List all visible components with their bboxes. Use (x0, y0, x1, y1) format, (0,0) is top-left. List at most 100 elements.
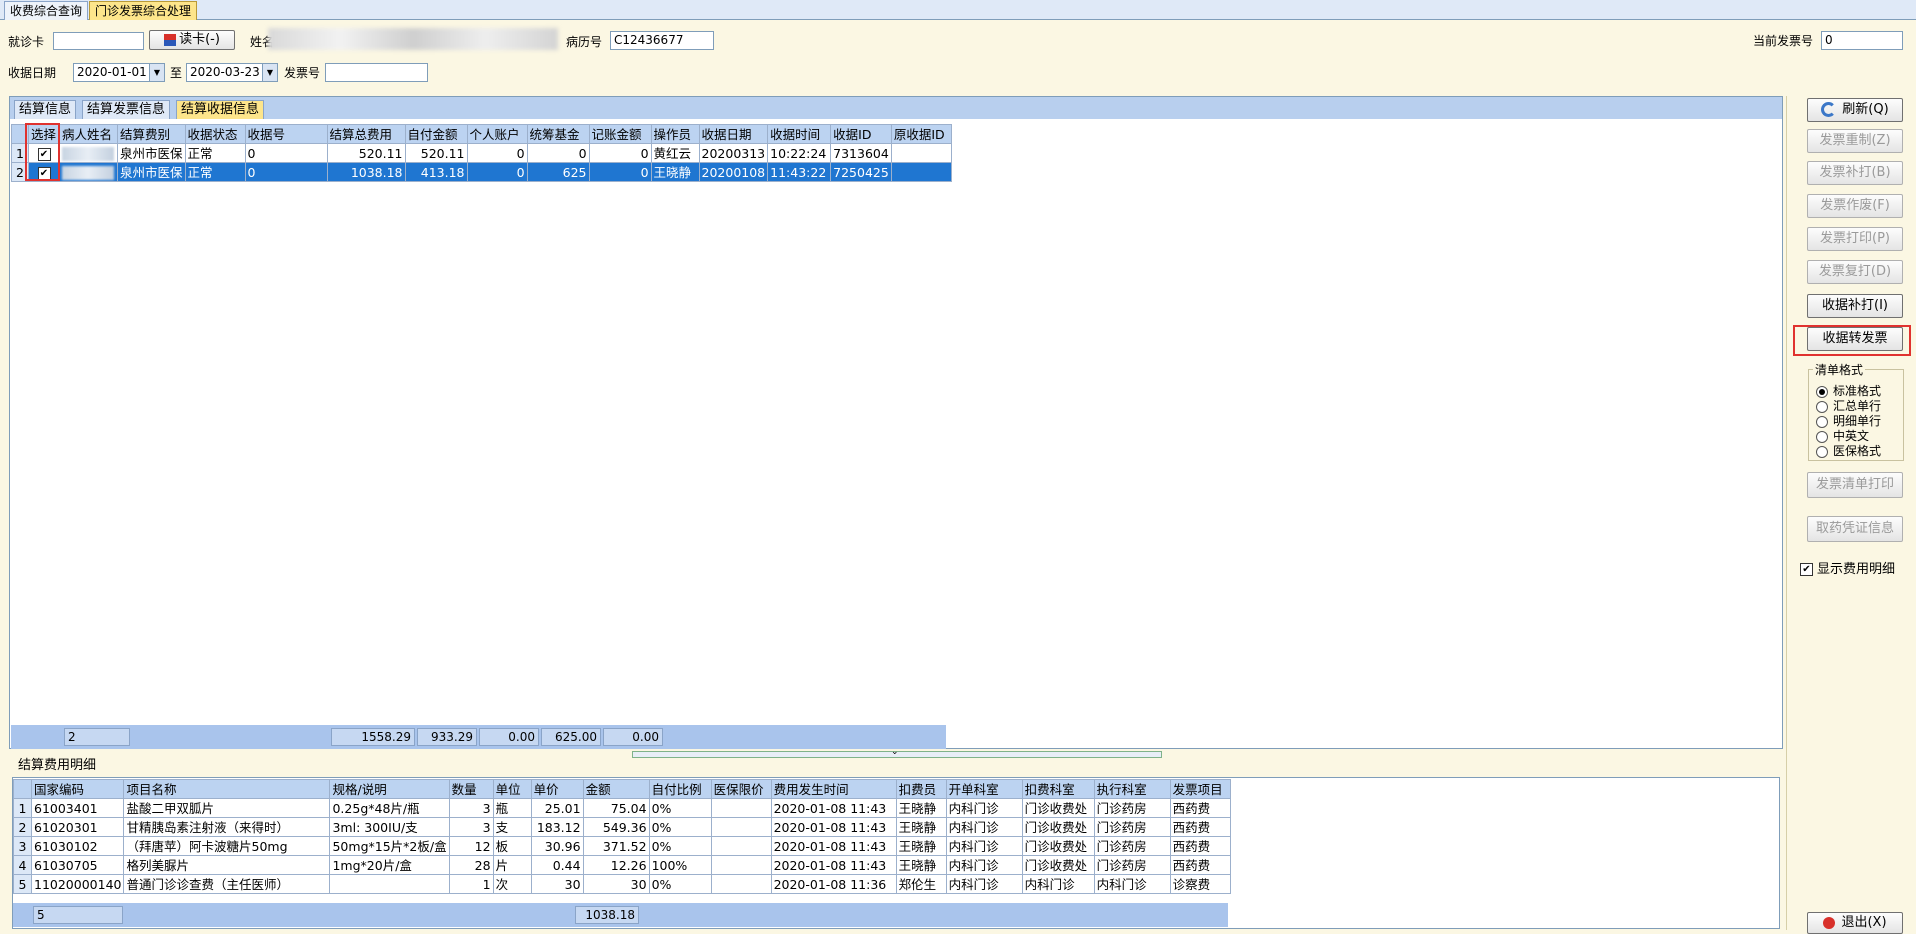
invoice-no-input[interactable] (325, 63, 428, 82)
cell: 10:22:24 (767, 143, 832, 163)
cell: 门诊药房 (1093, 798, 1171, 818)
detail-title: 结算费用明细 (18, 758, 97, 773)
col-header[interactable]: 单位 (492, 779, 532, 799)
col-header[interactable]: 单价 (530, 779, 584, 799)
row-number: 1 (13, 798, 32, 818)
cell: 门诊药房 (1093, 836, 1171, 856)
col-header[interactable]: 执行科室 (1093, 779, 1171, 799)
col-header[interactable]: 个人账户 (466, 124, 528, 144)
radio-standard[interactable]: 标准格式 (1816, 384, 1902, 399)
col-header[interactable]: 扣费员 (895, 779, 947, 799)
tab-settlement-receipt-info[interactable]: 结算收据信息 (176, 100, 265, 119)
col-header[interactable]: 发票项目 (1169, 779, 1231, 799)
cell: 内科门诊 (945, 836, 1023, 856)
cell: 0 (526, 143, 590, 163)
col-header[interactable]: 操作员 (650, 124, 700, 144)
cell: 20200108 (698, 162, 769, 182)
cell: 次 (492, 874, 532, 894)
tab-settlement-invoice-info[interactable]: 结算发票信息 (82, 100, 171, 119)
chevron-down-icon[interactable]: ▼ (149, 64, 164, 81)
exit-label: 退出(X) (1841, 915, 1887, 930)
cell: 0% (648, 874, 712, 894)
table-row[interactable]: 4 61030705 格列美脲片 1mg*20片/盒 28 片 0.44 12.26 100% 2… (13, 855, 1231, 875)
cell: 泉州市医保 (117, 162, 186, 182)
col-header[interactable]: 费用发生时间 (770, 779, 897, 799)
cell: 郑伦生 (895, 874, 947, 894)
cell: 183.12 (530, 817, 584, 837)
col-header[interactable]: 结算费别 (117, 124, 186, 144)
col-header[interactable]: 收据号 (244, 124, 328, 144)
table-row[interactable]: 1 ✔ 泉州市医保 正常 0 520.11 520.11 0 0 0 黄红云 2… (11, 143, 952, 163)
col-header[interactable]: 收据时间 (767, 124, 832, 144)
invoice-remake-button[interactable]: 发票重制(Z) (1807, 129, 1903, 153)
cell: 门诊收费处 (1021, 836, 1095, 856)
radio-bilingual[interactable]: 中英文 (1816, 429, 1902, 444)
blurred-name (62, 147, 114, 161)
cell: 王晓静 (650, 162, 700, 182)
action-highlight-box (1793, 325, 1911, 356)
table-row[interactable]: 2 61020301 甘精胰岛素注射液（来得时） 3ml: 300IU/支 3 支 183.… (13, 817, 1231, 837)
cell: 61003401 (30, 798, 125, 818)
record-input[interactable]: C12436677 (610, 31, 714, 50)
col-header[interactable]: 规格/说明 (329, 779, 450, 799)
radio-summary-row[interactable]: 汇总单行 (1816, 399, 1902, 414)
col-header[interactable]: 开单科室 (945, 779, 1023, 799)
table-row[interactable]: 3 61030102 （拜唐苹）阿卡波糖片50mg 50mg*15片*2板/盒 12 板 3… (13, 836, 1231, 856)
col-header[interactable]: 自付比例 (648, 779, 712, 799)
table-row[interactable]: 1 61003401 盐酸二甲双胍片 0.25g*48片/瓶 3 瓶 25.01 75.04 0… (13, 798, 1231, 818)
col-header[interactable]: 金额 (582, 779, 650, 799)
current-invoice-input[interactable]: 0 (1821, 31, 1903, 50)
col-header[interactable]: 病人姓名 (59, 124, 118, 144)
cell: 11020000140 (30, 874, 125, 894)
invoice-void-button[interactable]: 发票作废(F) (1807, 194, 1903, 218)
cell: 413.18 (404, 162, 468, 182)
cell: 2020-01-08 11:36 (770, 874, 897, 894)
col-header[interactable]: 收据日期 (698, 124, 769, 144)
col-header[interactable]: 收据ID (830, 124, 892, 144)
invoice-reprint-button[interactable]: 发票复打(D) (1807, 260, 1903, 284)
read-card-button[interactable]: 读卡(-) (149, 30, 235, 50)
col-header[interactable]: 数量 (448, 779, 494, 799)
cell (710, 855, 772, 875)
chevron-down-icon[interactable]: ▼ (262, 64, 277, 81)
invoice-supplement-button[interactable]: 发票补打(B) (1807, 161, 1903, 185)
date-from-picker[interactable]: 2020-01-01 ▼ (73, 63, 165, 82)
col-header[interactable]: 自付金额 (404, 124, 468, 144)
voucher-info-button[interactable]: 取药凭证信息 (1807, 516, 1903, 542)
col-header[interactable]: 扣费科室 (1021, 779, 1095, 799)
invoice-list-print-button[interactable]: 发票清单打印 (1807, 472, 1903, 498)
col-header[interactable]: 统筹基金 (526, 124, 590, 144)
col-header[interactable]: 记账金额 (588, 124, 652, 144)
exit-button[interactable]: 退出(X) (1807, 912, 1903, 934)
cell (710, 836, 772, 856)
card-input[interactable] (53, 32, 144, 50)
col-header[interactable]: 收据状态 (184, 124, 246, 144)
table-row[interactable]: 2 ✔ 泉州市医保 正常 0 1038.18 413.18 0 625 0 王晓… (11, 162, 952, 182)
tab-charge-query[interactable]: 收费综合查询 (4, 1, 89, 20)
col-header[interactable]: 原收据ID (890, 124, 952, 144)
col-header[interactable]: 医保限价 (710, 779, 772, 799)
col-header[interactable]: 国家编码 (30, 779, 125, 799)
col-header[interactable]: 结算总费用 (326, 124, 406, 144)
cell: 30.96 (530, 836, 584, 856)
tab-settlement-info[interactable]: 结算信息 (14, 100, 77, 119)
radio-detail-row[interactable]: 明细单行 (1816, 414, 1902, 429)
tab-invoice-processing[interactable]: 门诊发票综合处理 (89, 1, 198, 20)
receipt-supplement-button[interactable]: 收据补打(I) (1807, 294, 1903, 318)
refresh-button[interactable]: 刷新(Q) (1807, 98, 1903, 122)
col-header[interactable]: 项目名称 (123, 779, 331, 799)
table-row[interactable]: 5 11020000140 普通门诊诊查费（主任医师） 1 次 30 30 0% 2020-01… (13, 874, 1231, 894)
cell: 0 (466, 143, 528, 163)
invoice-print-button[interactable]: 发票打印(P) (1807, 227, 1903, 251)
radio-icon (1816, 445, 1828, 458)
checkmark-icon: ✔ (1800, 563, 1813, 576)
date-to-picker[interactable]: 2020-03-23 ▼ (186, 63, 278, 82)
panel-splitter[interactable]: ⌄ (632, 747, 1162, 758)
refresh-label: 刷新(Q) (1842, 102, 1889, 117)
radio-insurance[interactable]: 医保格式 (1816, 444, 1902, 459)
cell: 371.52 (582, 836, 650, 856)
show-detail-checkbox[interactable]: ✔ 显示费用明细 (1800, 561, 1895, 579)
cell: 王晓静 (895, 798, 947, 818)
cell: 内科门诊 (945, 817, 1023, 837)
radio-label: 明细单行 (1833, 414, 1882, 428)
